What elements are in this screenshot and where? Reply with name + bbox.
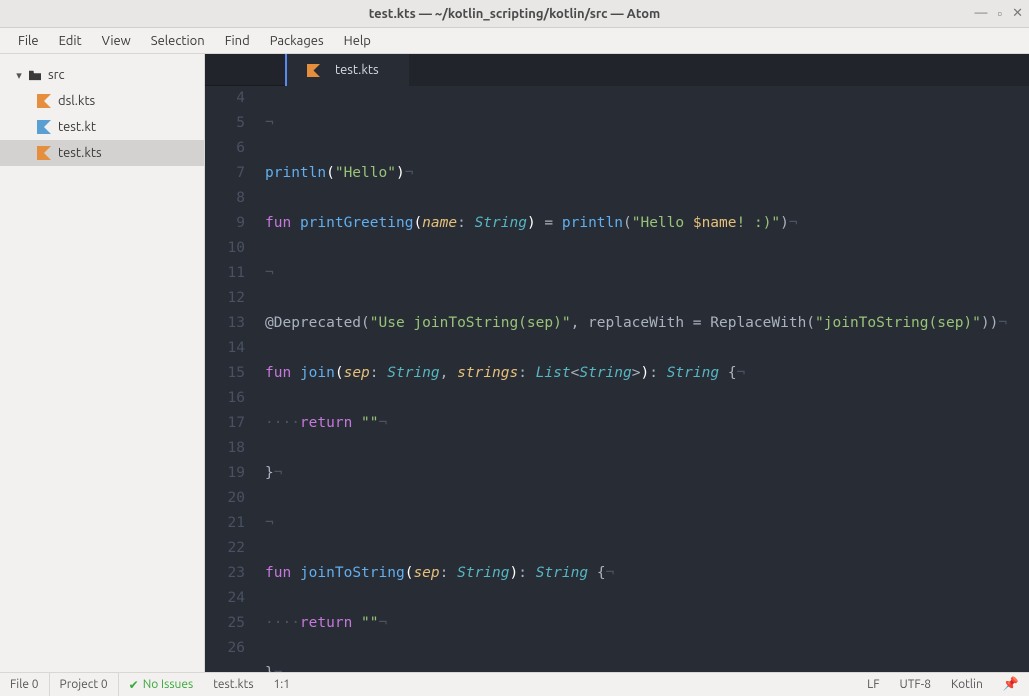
code-area[interactable]: ¬ println("Hello")¬ fun printGreeting(na…	[263, 86, 1029, 672]
line-number: 17	[205, 411, 245, 436]
menu-file[interactable]: File	[8, 30, 49, 52]
line-number: 14	[205, 336, 245, 361]
menu-view[interactable]: View	[92, 30, 141, 52]
menu-selection[interactable]: Selection	[141, 30, 215, 52]
line-number: 8	[205, 186, 245, 211]
folder-icon	[26, 69, 44, 81]
tree-folder-label: src	[48, 68, 65, 82]
line-number: 10	[205, 236, 245, 261]
line-number: 13	[205, 311, 245, 336]
editor-body[interactable]: 4 5 6 7 8 9 10 11 12 13 14 15 16 17 18 1…	[205, 86, 1029, 672]
menu-edit[interactable]: Edit	[49, 30, 92, 52]
line-number: 26	[205, 636, 245, 661]
check-icon: ✔	[129, 678, 139, 692]
kotlin-file-icon	[34, 94, 54, 108]
line-number: 11	[205, 261, 245, 286]
line-number: 15	[205, 361, 245, 386]
line-number: 20	[205, 486, 245, 511]
tree-view[interactable]: ▾ src dsl.kts test.kt test.kts	[0, 54, 205, 672]
titlebar: test.kts — ~/kotlin_scripting/kotlin/src…	[0, 0, 1029, 28]
workspace: ▾ src dsl.kts test.kt test.kts	[0, 54, 1029, 672]
menu-help[interactable]: Help	[334, 30, 381, 52]
kotlin-file-icon	[34, 120, 54, 134]
line-number: 22	[205, 536, 245, 561]
status-linter[interactable]: ✔ No Issues	[119, 673, 204, 696]
tab-spacer	[205, 54, 285, 86]
chevron-down-icon: ▾	[12, 69, 26, 82]
line-number: 21	[205, 511, 245, 536]
line-number: 25	[205, 611, 245, 636]
line-number: 16	[205, 386, 245, 411]
tree-file-label: test.kt	[58, 120, 96, 134]
minimize-button[interactable]: —	[975, 6, 988, 21]
menubar: File Edit View Selection Find Packages H…	[0, 28, 1029, 54]
tree-file-label: test.kts	[58, 146, 102, 160]
line-number: 7	[205, 161, 245, 186]
status-file-count[interactable]: File 0	[0, 673, 50, 696]
editor-pane: test.kts 4 5 6 7 8 9 10 11 12 13 14 15 1…	[205, 54, 1029, 672]
kotlin-file-icon	[303, 64, 323, 77]
line-number: 12	[205, 286, 245, 311]
status-encoding[interactable]: UTF-8	[890, 673, 941, 696]
tree-file-testkts[interactable]: test.kts	[0, 140, 204, 166]
line-number: 6	[205, 136, 245, 161]
line-number: 18	[205, 436, 245, 461]
menu-packages[interactable]: Packages	[260, 30, 334, 52]
line-number: 24	[205, 586, 245, 611]
status-filename[interactable]: test.kts	[203, 673, 263, 696]
tree-file-label: dsl.kts	[58, 94, 95, 108]
window-title: test.kts — ~/kotlin_scripting/kotlin/src…	[369, 7, 661, 21]
status-line-ending[interactable]: LF	[857, 673, 889, 696]
line-number: 5	[205, 111, 245, 136]
line-number: 9	[205, 211, 245, 236]
close-button[interactable]: ✕	[1012, 6, 1023, 21]
tree-folder-root[interactable]: ▾ src	[0, 62, 204, 88]
kotlin-file-icon	[34, 146, 54, 160]
status-cursor[interactable]: 1:1	[264, 673, 301, 696]
tab-test-kts[interactable]: test.kts	[285, 54, 409, 86]
tree-file-testkt[interactable]: test.kt	[0, 114, 204, 140]
maximize-button[interactable]: ▫	[997, 6, 1002, 21]
gutter: 4 5 6 7 8 9 10 11 12 13 14 15 16 17 18 1…	[205, 86, 263, 672]
menu-find[interactable]: Find	[215, 30, 260, 52]
window-controls: — ▫ ✕	[975, 6, 1023, 21]
status-language[interactable]: Kotlin	[941, 673, 993, 696]
tab-bar: test.kts	[205, 54, 1029, 86]
line-number: 19	[205, 461, 245, 486]
status-project-count[interactable]: Project 0	[50, 673, 119, 696]
line-number: 4	[205, 86, 245, 111]
tab-label: test.kts	[335, 63, 379, 77]
pin-icon[interactable]: 📌	[993, 673, 1029, 696]
statusbar: File 0 Project 0 ✔ No Issues test.kts 1:…	[0, 672, 1029, 696]
line-number: 23	[205, 561, 245, 586]
tree-file-dsl[interactable]: dsl.kts	[0, 88, 204, 114]
